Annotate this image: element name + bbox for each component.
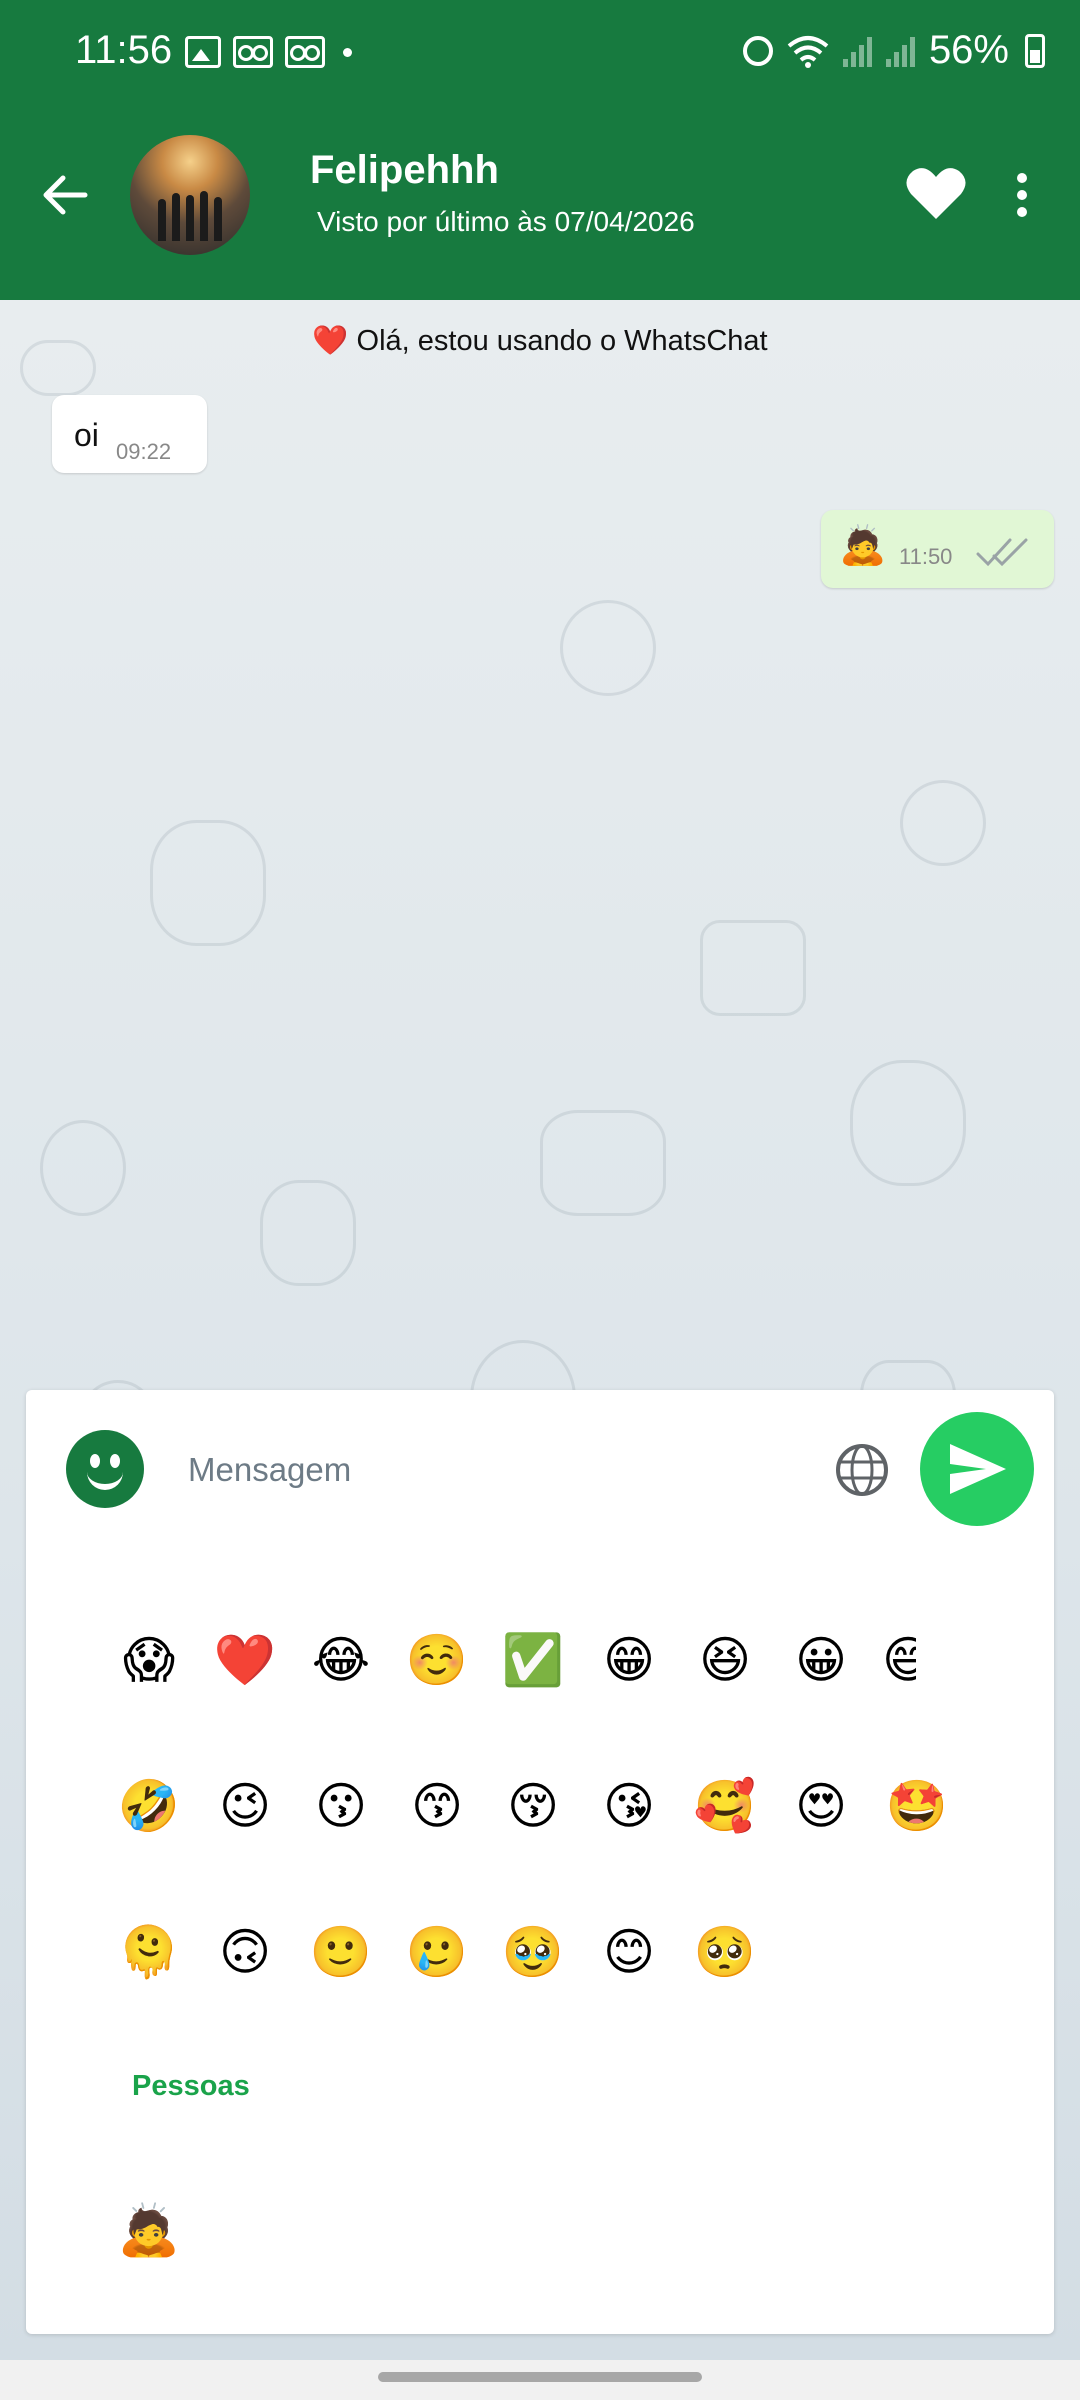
dot-icon xyxy=(343,47,352,57)
emoji-row: 🫠 🙃 🙂 🥲 🥹 😊 🥺 xyxy=(114,1912,1014,1992)
emoji-mouth xyxy=(87,1472,123,1490)
double-check-icon xyxy=(976,538,1028,567)
message-bubble-incoming[interactable]: oi 09:22 xyxy=(52,395,207,473)
gallery-icon xyxy=(185,36,221,68)
message-bubble-outgoing[interactable]: 🙇 11:50 xyxy=(821,510,1054,588)
system-status-icons: 56% xyxy=(742,28,1045,73)
last-seen-status: Visto por último às 07/04/2026 xyxy=(317,206,695,237)
emoji-key[interactable]: ❤️ xyxy=(210,1620,280,1700)
emoji-key[interactable]: 🥰 xyxy=(690,1766,760,1846)
status-message: ❤️ Olá, estou usando o WhatsChat xyxy=(312,325,768,357)
status-time: 11:56 xyxy=(75,28,173,72)
emoji-key[interactable]: 🫠 xyxy=(114,1912,184,1992)
emoji-key[interactable]: 🙂 xyxy=(306,1912,376,1992)
emoji-key[interactable]: 😀 xyxy=(786,1620,856,1700)
emoji-key[interactable]: ☺️ xyxy=(402,1620,472,1700)
send-button[interactable] xyxy=(920,1412,1034,1526)
emoji-row: 🙇 xyxy=(114,2190,1014,2270)
emoji-section-title: Pessoas xyxy=(132,2070,250,2102)
signal-icon xyxy=(842,35,872,67)
emoji-key[interactable]: 🥲 xyxy=(402,1912,472,1992)
emoji-eye xyxy=(90,1454,100,1468)
doodle-pattern xyxy=(700,920,806,1016)
emoji-key[interactable]: 🥹 xyxy=(498,1912,568,1992)
doodle-pattern xyxy=(900,780,986,866)
notification-icons xyxy=(185,36,352,68)
emoji-toggle-icon[interactable] xyxy=(66,1430,144,1508)
doodle-pattern xyxy=(560,600,656,696)
emoji-key[interactable]: 🙇 xyxy=(114,2190,184,2270)
voicemail-icon xyxy=(285,36,325,68)
status-bar: 11:56 56% xyxy=(0,0,1080,110)
contact-name[interactable]: Felipehhh xyxy=(310,148,499,193)
emoji-key[interactable]: 😂 xyxy=(306,1620,376,1700)
avatar[interactable] xyxy=(130,135,250,255)
message-time: 11:50 xyxy=(899,544,953,569)
message-time: 09:22 xyxy=(116,439,172,464)
back-arrow-icon[interactable] xyxy=(35,165,95,225)
emoji-key[interactable]: 😗 xyxy=(306,1766,376,1846)
emoji-key[interactable]: 😄 xyxy=(882,1620,916,1700)
home-indicator[interactable] xyxy=(378,2372,702,2382)
chat-header: 11:56 56% Felipehhh Visto por último às … xyxy=(0,0,1080,300)
emoji-key[interactable]: 😚 xyxy=(498,1766,568,1846)
doodle-pattern xyxy=(540,1110,666,1216)
emoji-eye xyxy=(110,1454,120,1468)
emoji-key[interactable]: 🤩 xyxy=(882,1766,952,1846)
send-icon xyxy=(950,1444,1006,1494)
emoji-key[interactable]: 🥺 xyxy=(690,1912,760,1992)
emoji-key[interactable]: 😱 xyxy=(114,1620,184,1700)
signal-icon xyxy=(885,35,915,67)
doodle-pattern xyxy=(150,820,266,946)
emoji-row: 😱 ❤️ 😂 ☺️ ✅ 😁 😆 😀 😄 xyxy=(114,1620,1014,1700)
emoji-key[interactable]: ✅ xyxy=(498,1620,568,1700)
emoji-key[interactable]: 😍 xyxy=(786,1766,856,1846)
message-emoji: 🙇 xyxy=(839,525,887,567)
heart-icon[interactable] xyxy=(905,165,967,221)
wifi-icon xyxy=(787,35,829,68)
emoji-key[interactable]: 😉 xyxy=(210,1766,280,1846)
emoji-key[interactable]: 😆 xyxy=(690,1620,760,1700)
emoji-key[interactable]: 😊 xyxy=(594,1912,664,1992)
more-options-icon[interactable] xyxy=(1005,170,1039,220)
doodle-pattern xyxy=(260,1180,356,1286)
emoji-key[interactable]: 😁 xyxy=(594,1620,664,1700)
battery-percent: 56% xyxy=(928,28,1009,72)
emoji-row: 🤣 😉 😗 😙 😚 😘 🥰 😍 🤩 xyxy=(114,1766,1014,1846)
emoji-key[interactable]: 😘 xyxy=(594,1766,664,1846)
emoji-key[interactable]: 🙃 xyxy=(210,1912,280,1992)
doodle-pattern xyxy=(850,1060,966,1186)
message-input[interactable] xyxy=(186,1434,830,1506)
message-text: oi xyxy=(74,417,99,453)
emoji-key[interactable]: 🤣 xyxy=(114,1766,184,1846)
composer-panel: 😱 ❤️ 😂 ☺️ ✅ 😁 😆 😀 😄 🤣 😉 😗 😙 😚 😘 🥰 😍 🤩 🫠 … xyxy=(26,1390,1054,2334)
globe-icon[interactable] xyxy=(834,1442,890,1498)
doodle-pattern xyxy=(40,1120,126,1216)
alarm-icon xyxy=(742,35,773,66)
emoji-key[interactable]: 😙 xyxy=(402,1766,472,1846)
voicemail-icon xyxy=(233,36,273,68)
battery-icon xyxy=(1025,33,1045,68)
